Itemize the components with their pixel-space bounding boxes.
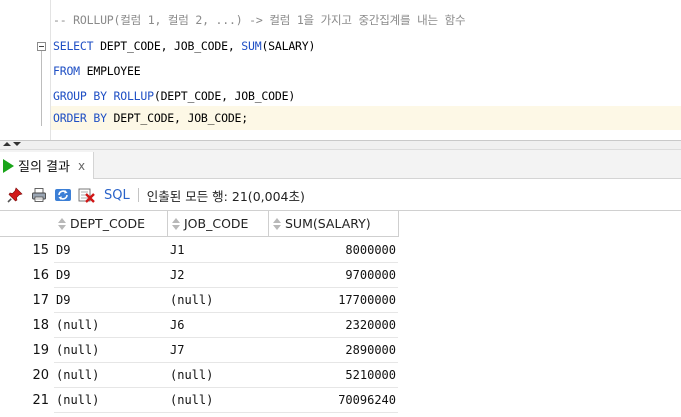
fold-collapse-icon[interactable]: [37, 42, 46, 51]
fetched-rows-label: 인출된 모든 행:: [146, 188, 228, 204]
column-header-label: JOB_CODE: [184, 215, 249, 231]
row-number: 15: [32, 243, 49, 258]
sort-icon: [171, 217, 181, 231]
sort-icon: [272, 217, 282, 231]
cell-job-code[interactable]: J2: [168, 263, 268, 288]
cell-job-code[interactable]: (null): [168, 363, 268, 388]
code-token: GROUP BY ROLLUP: [53, 89, 154, 103]
row-number: 20: [32, 368, 49, 383]
row-number: 16: [32, 268, 49, 283]
refresh-icon[interactable]: [54, 186, 72, 204]
code-token: SUM: [241, 39, 262, 53]
cell-sum-salary[interactable]: 2320000: [269, 313, 398, 338]
sort-icon: [57, 217, 67, 231]
cell-dept-code[interactable]: (null): [54, 338, 167, 363]
sql-editor[interactable]: -- ROLLUP(컬럼 1, 컬럼 2, ...) -> 컬럼 1을 가지고 …: [0, 0, 681, 140]
row-number-header: [0, 211, 54, 237]
fold-guide: [41, 50, 42, 126]
toolbar-separator: [137, 188, 139, 202]
tab-query-result-label: 질의 결과: [18, 160, 70, 175]
table-row[interactable]: 15 D9 J1 8000000: [0, 238, 681, 263]
cell-sum-salary[interactable]: 9700000: [269, 263, 398, 288]
code-token: -- ROLLUP(컬럼 1, 컬럼 2, ...) -> 컬럼 1을 가지고 …: [53, 13, 466, 27]
cell-job-code[interactable]: J6: [168, 313, 268, 338]
table-row[interactable]: 16 D9 J2 9700000: [0, 263, 681, 288]
cell-sum-salary[interactable]: 70096240: [269, 388, 398, 413]
code-line-2[interactable]: SELECT DEPT_CODE, JOB_CODE, SUM(SALARY): [53, 34, 315, 58]
code-token: DEPT_CODE, JOB_CODE,: [93, 39, 242, 53]
cell-job-code[interactable]: (null): [168, 388, 268, 413]
table-row[interactable]: 18 (null) J6 2320000: [0, 313, 681, 338]
code-token: FROM: [53, 64, 80, 78]
code-line-3[interactable]: FROM EMPLOYEE: [53, 59, 141, 83]
cell-job-code[interactable]: J7: [168, 338, 268, 363]
cell-dept-code[interactable]: (null): [54, 313, 167, 338]
run-result-icon: [3, 158, 14, 173]
code-token: (SALARY): [261, 39, 316, 53]
code-token: (DEPT_CODE, JOB_CODE): [153, 89, 296, 103]
tab-query-result[interactable]: 질의 결과 x: [0, 152, 95, 179]
cell-dept-code[interactable]: D9: [54, 263, 167, 288]
cell-sum-salary[interactable]: 8000000: [269, 238, 398, 263]
grid-header: DEPT_CODE JOB_CODE SUM(SALARY): [0, 211, 681, 237]
editor-gutter: [0, 0, 50, 140]
column-header-label: DEPT_CODE: [70, 215, 146, 231]
code-token: DEPT_CODE, JOB_CODE;: [106, 111, 249, 125]
cell-sum-salary[interactable]: 17700000: [269, 288, 398, 313]
table-row[interactable]: 21 (null) (null) 70096240: [0, 388, 681, 413]
table-row[interactable]: 19 (null) J7 2890000: [0, 338, 681, 363]
results-tabbar: 질의 결과 x: [0, 150, 681, 179]
column-header-job-code[interactable]: JOB_CODE: [168, 211, 269, 237]
cell-job-code[interactable]: J1: [168, 238, 268, 263]
row-divider: [54, 412, 398, 413]
cell-dept-code[interactable]: (null): [54, 388, 167, 413]
cell-job-code[interactable]: (null): [168, 288, 268, 313]
fetched-rows-value: 21(0,004초): [231, 188, 305, 204]
print-icon[interactable]: [30, 186, 48, 204]
code-line-4[interactable]: GROUP BY ROLLUP(DEPT_CODE, JOB_CODE): [53, 84, 295, 108]
table-row[interactable]: 20 (null) (null) 5210000: [0, 363, 681, 388]
row-number: 18: [32, 318, 49, 333]
code-line-1[interactable]: -- ROLLUP(컬럼 1, 컬럼 2, ...) -> 컬럼 1을 가지고 …: [53, 8, 466, 32]
pin-icon[interactable]: [6, 186, 24, 204]
maximize-up-icon[interactable]: [3, 142, 11, 146]
cell-dept-code[interactable]: D9: [54, 238, 167, 263]
code-token: SELECT: [53, 39, 94, 53]
result-grid[interactable]: DEPT_CODE JOB_CODE SUM(SALARY) 15 D9 J1 800…: [0, 210, 681, 417]
row-number: 17: [32, 293, 49, 308]
table-row[interactable]: 17 D9 (null) 17700000: [0, 288, 681, 313]
column-header-dept-code[interactable]: DEPT_CODE: [54, 211, 168, 237]
results-toolbar: SQL 인출된 모든 행: 21(0,004초): [0, 180, 681, 210]
column-header-label: SUM(SALARY): [285, 215, 371, 231]
tab-close-icon[interactable]: x: [78, 159, 85, 173]
row-number: 19: [32, 343, 49, 358]
editor-results-splitter[interactable]: [0, 140, 681, 150]
sql-link[interactable]: SQL: [104, 188, 130, 203]
cell-sum-salary[interactable]: 2890000: [269, 338, 398, 363]
cell-sum-salary[interactable]: 5210000: [269, 363, 398, 388]
code-token: EMPLOYEE: [79, 64, 141, 78]
code-line-5[interactable]: ORDER BY DEPT_CODE, JOB_CODE;: [51, 106, 681, 130]
column-header-sum-salary[interactable]: SUM(SALARY): [269, 211, 399, 237]
minimize-down-icon[interactable]: [13, 142, 21, 146]
delete-icon[interactable]: [78, 186, 96, 204]
code-token: ORDER BY: [53, 111, 107, 125]
row-number: 21: [32, 393, 49, 408]
cell-dept-code[interactable]: D9: [54, 288, 167, 313]
cell-dept-code[interactable]: (null): [54, 363, 167, 388]
